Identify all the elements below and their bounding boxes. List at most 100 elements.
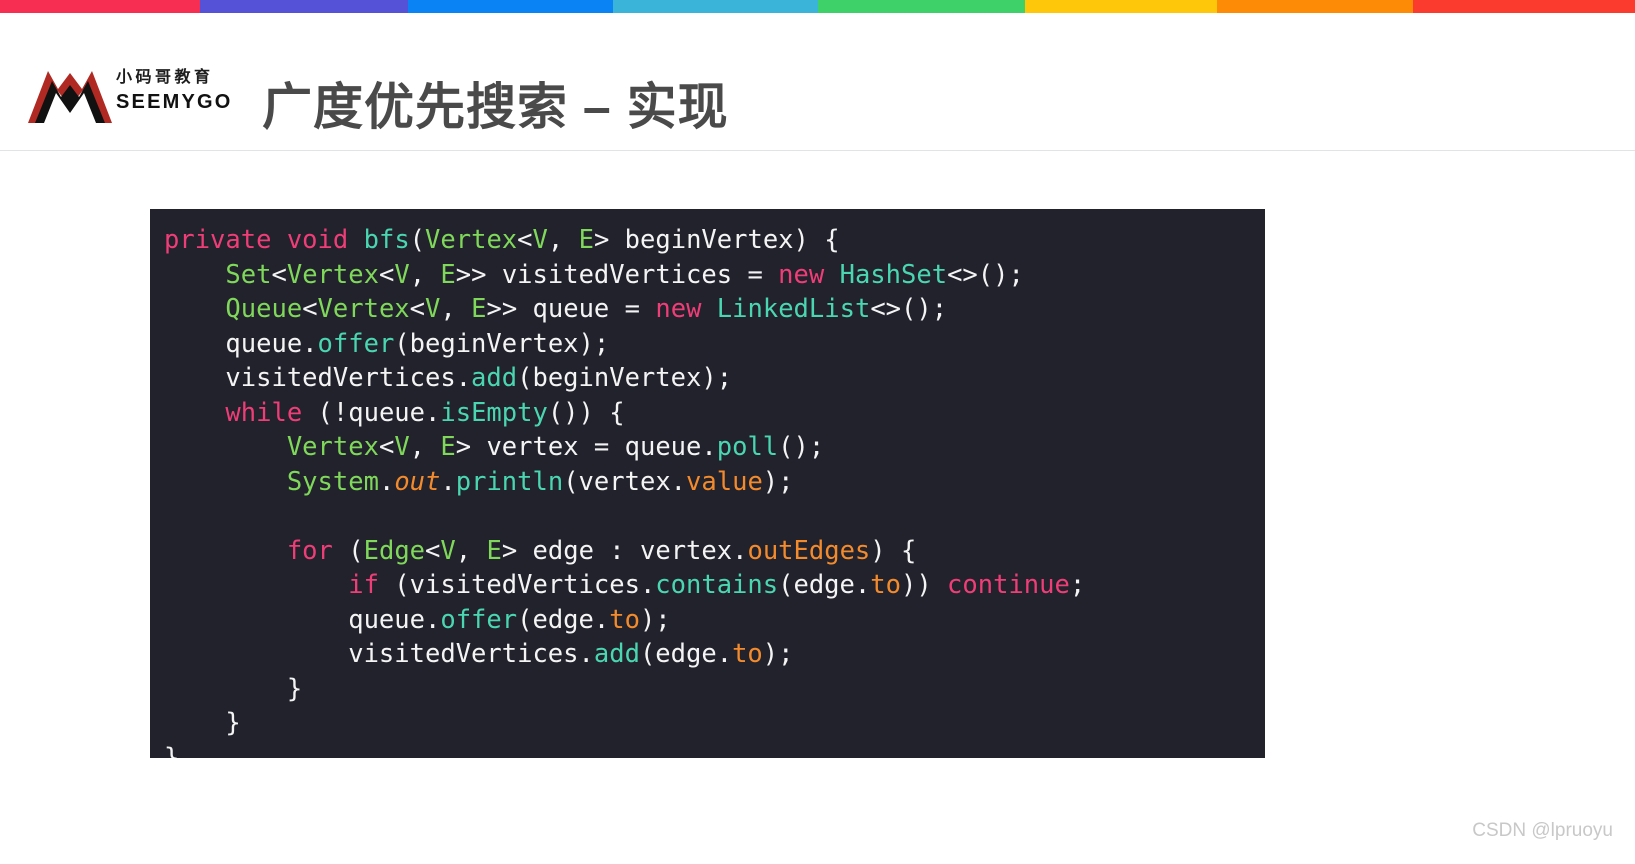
code-token: , (547, 225, 579, 255)
code-token: < (302, 294, 318, 324)
code-token: Queue (225, 294, 303, 324)
code-token: private (164, 225, 272, 255)
code-line: Set<Vertex<V, E>> visitedVertices = new … (164, 258, 1265, 293)
code-token: out (394, 466, 441, 497)
seemygo-m-logo-icon (24, 63, 116, 125)
code-token: < (271, 259, 287, 290)
code-token: V (440, 535, 456, 566)
color-bar-segment-green (818, 0, 1025, 13)
decorative-color-bar (0, 0, 1635, 13)
code-token: )) (900, 570, 948, 600)
code-token: V (394, 259, 410, 290)
color-bar-segment-crimson (0, 0, 200, 13)
code-token: V (394, 432, 410, 462)
code-token: println (455, 466, 564, 497)
code-token: <>(); (947, 259, 1024, 290)
code-token: > edge : vertex. (501, 535, 748, 566)
code-token: (visitedVertices. (378, 570, 656, 600)
code-token: add (593, 639, 640, 669)
code-token: value (686, 466, 763, 497)
code-token: (edge. (639, 639, 733, 669)
code-token: visitedVertices. (164, 363, 472, 393)
code-token: if (348, 570, 379, 600)
code-token: V (532, 225, 548, 255)
code-snippet-card: private void bfs(Vertex<V, E> beginVerte… (150, 209, 1265, 758)
code-token: Set (225, 259, 272, 290)
code-token: . (378, 466, 395, 497)
code-token: V (425, 294, 441, 324)
code-token: E (578, 225, 594, 255)
code-token: ()) { (547, 397, 625, 428)
code-token: Edge (363, 535, 426, 566)
code-token: contains (655, 570, 779, 600)
code-token: < (378, 259, 395, 290)
code-line: queue.offer(edge.to); (164, 603, 1265, 638)
code-token: , (455, 535, 487, 566)
code-token: queue. (164, 604, 441, 635)
code-token: new (778, 259, 825, 290)
code-token: Vertex (286, 432, 379, 462)
code-token: } (164, 708, 241, 738)
code-token: bfs (363, 225, 410, 255)
code-token: ); (639, 604, 671, 635)
slide-header: 小码哥教育 SEEMYGO 广度优先搜索 – 实现 (0, 13, 1635, 151)
code-token: Vertex (317, 294, 410, 324)
code-token: E (440, 432, 456, 462)
code-token: (beginVertex); (394, 328, 610, 359)
code-token: , (440, 294, 472, 324)
color-bar-segment-yellow (1025, 0, 1217, 13)
code-token: (vertex. (563, 466, 687, 497)
code-token: Vertex (286, 259, 379, 290)
page-title: 广度优先搜索 – 实现 (262, 79, 729, 135)
code-line: while (!queue.isEmpty()) { (164, 396, 1265, 431)
code-token: outEdges (747, 535, 871, 566)
code-token: offer (317, 328, 395, 359)
code-token: ) { (870, 535, 917, 566)
code-token: poll (716, 432, 779, 462)
code-token: > vertex = queue. (455, 432, 717, 462)
code-token: , (409, 259, 441, 290)
code-line: } (164, 672, 1265, 707)
code-line: } (164, 741, 1265, 759)
code-token: E (471, 294, 487, 324)
code-token: (beginVertex); (517, 363, 733, 393)
code-token: to (732, 639, 763, 669)
code-token: ( (332, 535, 364, 566)
code-token: (!queue. (302, 397, 441, 428)
code-token: } (164, 742, 180, 759)
brand-logo: 小码哥教育 SEEMYGO (24, 63, 239, 125)
code-line: Queue<Vertex<V, E>> queue = new LinkedLi… (164, 292, 1265, 327)
code-token: (edge. (517, 604, 610, 635)
code-line: queue.offer(beginVertex); (164, 327, 1265, 362)
color-bar-segment-red (1413, 0, 1635, 13)
code-token: (); (778, 432, 825, 462)
code-token: LinkedList (716, 294, 871, 324)
code-token: offer (440, 604, 518, 635)
code-token: < (425, 535, 441, 566)
code-token: . (440, 466, 456, 497)
code-token: System (286, 466, 379, 497)
code-token: add (471, 363, 518, 393)
code-token: to (870, 570, 901, 600)
code-token: >> visitedVertices = (455, 259, 779, 290)
code-token: HashSet (839, 259, 948, 290)
code-token: for (286, 535, 333, 566)
code-token: , (409, 432, 441, 462)
brand-name-cn: 小码哥教育 (116, 69, 214, 86)
color-bar-segment-cyan (613, 0, 818, 13)
code-line: visitedVertices.add(edge.to); (164, 637, 1265, 672)
code-token: >> queue = (486, 294, 656, 324)
code-line: System.out.println(vertex.value); (164, 465, 1265, 500)
code-line: Vertex<V, E> vertex = queue.poll(); (164, 430, 1265, 465)
brand-name-en: SEEMYGO (116, 91, 233, 113)
code-token: (edge. (778, 570, 871, 600)
